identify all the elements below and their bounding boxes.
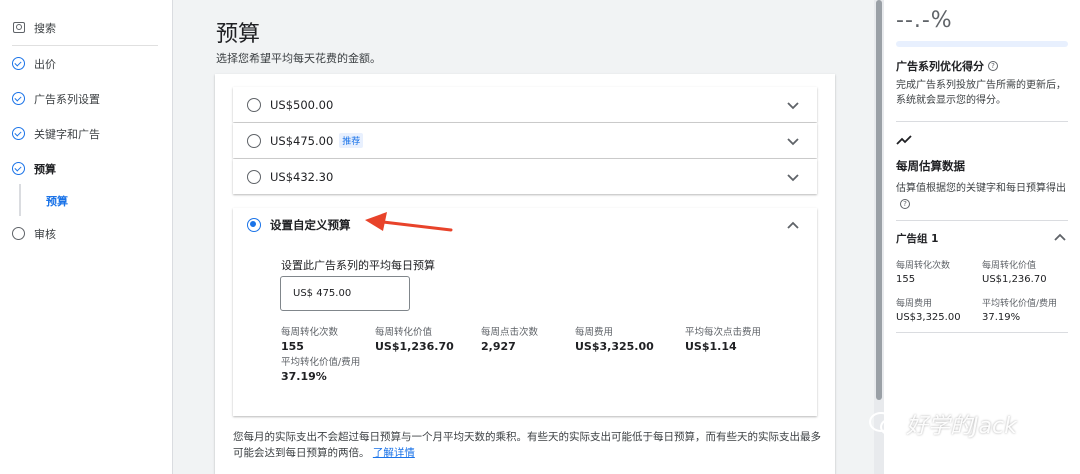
rstat-weekly-conversions: 每周转化次数 155: [896, 261, 951, 285]
budget-option-3[interactable]: US$432.30: [233, 159, 817, 194]
nav-item-review[interactable]: 审核: [0, 216, 172, 251]
optimization-score: --.-%: [896, 8, 953, 33]
nav-item-search[interactable]: 搜索: [0, 10, 172, 45]
budget-amount-input[interactable]: [280, 276, 410, 311]
check-circle-icon: [12, 127, 25, 140]
left-nav: 搜索 出价 广告系列设置 关键字和广告 预算 预算 审核: [0, 0, 173, 474]
radio-button[interactable]: [247, 169, 261, 184]
budget-option-2[interactable]: US$475.00 推荐: [233, 123, 817, 158]
weekly-estimates-title: 每周估算数据: [896, 159, 965, 173]
nav-item-label: 关键字和广告: [34, 127, 100, 141]
check-circle-icon: [12, 57, 25, 70]
help-icon[interactable]: ?: [988, 61, 998, 71]
page-title: 预算: [216, 22, 261, 47]
stat-weekly-clicks: 每周点击次数 2,927: [481, 327, 539, 353]
nav-item-label: 预算: [34, 162, 56, 176]
nav-item-label: 审核: [34, 227, 56, 241]
nav-item-keywords-ads[interactable]: 关键字和广告: [0, 116, 172, 151]
watermark: 好学的Jack: [868, 408, 1017, 440]
nav-item-label: 广告系列设置: [34, 92, 100, 106]
stat-weekly-conversion-value: 每周转化价值 US$1,236.70: [375, 327, 454, 353]
nav-item-label: 出价: [34, 57, 56, 71]
stat-weekly-cost: 每周费用 US$3,325.00: [575, 327, 654, 353]
learn-more-link[interactable]: 了解详情: [373, 447, 415, 459]
chevron-down-icon[interactable]: [785, 97, 801, 113]
option-label: US$475.00: [270, 133, 334, 148]
scrollbar-thumb[interactable]: [876, 0, 882, 400]
chevron-up-icon[interactable]: [785, 218, 801, 234]
main-content: 预算 选择您希望平均每天花费的金额。 US$500.00 US$475.00 推…: [174, 0, 874, 474]
weekly-estimates-description: 估算值根据您的关键字和每日预算得出 ?: [896, 183, 1066, 209]
rstat-avg-value-per-cost: 平均转化价值/费用 37.19%: [982, 299, 1058, 323]
chevron-down-icon[interactable]: [785, 169, 801, 185]
score-description: 完成广告系列投放广告所需的更新后，系统就会显示您的得分。: [896, 80, 1066, 106]
search-icon: [12, 21, 25, 34]
check-circle-icon: [12, 92, 25, 105]
divider: [896, 332, 1068, 333]
rstat-weekly-cost: 每周费用 US$3,325.00: [896, 299, 961, 323]
option-label: US$500.00: [270, 97, 334, 112]
stat-weekly-conversions: 每周转化次数 155: [281, 327, 339, 353]
trending-up-icon: [896, 135, 912, 145]
page-subtitle: 选择您希望平均每天花费的金额。: [216, 52, 381, 65]
score-title: 广告系列优化得分 ?: [896, 58, 998, 74]
radio-button-selected[interactable]: [247, 218, 261, 232]
chevron-down-icon[interactable]: [785, 133, 801, 149]
option-label: US$432.30: [270, 169, 334, 184]
wechat-icon: [869, 412, 900, 436]
budget-card: US$500.00 US$475.00 推荐 US$432.30 设置自定义预算: [215, 74, 835, 474]
budget-input-label: 设置此广告系列的平均每日预算: [281, 259, 435, 272]
right-panel: --.-% 广告系列优化得分 ? 完成广告系列投放广告所需的更新后，系统就会显示…: [884, 0, 1080, 474]
check-circle-icon: [12, 162, 25, 175]
red-arrow-icon: [365, 212, 453, 232]
nav-item-budget[interactable]: 预算: [0, 151, 172, 186]
recommended-badge: 推荐: [339, 133, 364, 148]
radio-button[interactable]: [247, 97, 261, 112]
circle-icon: [12, 227, 25, 240]
custom-budget-header[interactable]: 设置自定义预算: [247, 217, 351, 233]
divider: [896, 220, 1068, 221]
custom-budget-panel: 设置自定义预算 设置此广告系列的平均每日预算 每周转化次数 155 每周转化价值…: [233, 208, 817, 416]
budget-option-1[interactable]: US$500.00: [233, 87, 817, 122]
help-icon[interactable]: ?: [900, 199, 910, 209]
nav-item-bidding[interactable]: 出价: [0, 46, 172, 81]
score-progress-bar: [896, 41, 1068, 47]
nav-item-label: 搜索: [34, 21, 56, 35]
stat-avg-value-per-cost: 平均转化价值/费用 37.19%: [281, 357, 361, 383]
chevron-up-icon[interactable]: [1052, 230, 1068, 246]
budget-footnote: 您每月的实际支出不会超过每日预算与一个月平均天数的乘积。有些天的实际支出可能低于…: [233, 431, 821, 459]
nav-subitem-budget[interactable]: 预算: [0, 184, 172, 216]
nav-item-campaign-settings[interactable]: 广告系列设置: [0, 81, 172, 116]
radio-button[interactable]: [247, 133, 261, 148]
divider: [896, 121, 1068, 122]
rstat-weekly-conversion-value: 每周转化价值 US$1,236.70: [982, 261, 1047, 285]
custom-budget-label: 设置自定义预算: [270, 218, 351, 232]
ad-group-title: 广告组 1: [896, 233, 939, 245]
stat-avg-cpc: 平均每次点击费用 US$1.14: [685, 327, 762, 353]
